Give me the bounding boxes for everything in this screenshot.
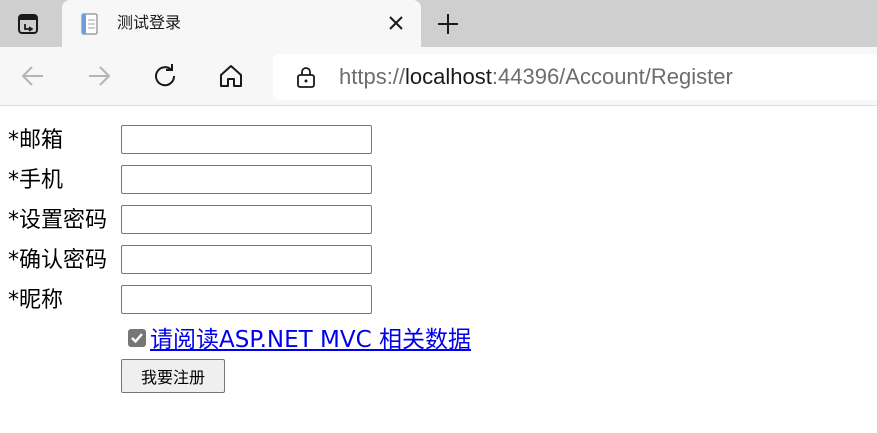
url-scheme: https:// (339, 64, 406, 89)
phone-field[interactable] (121, 165, 372, 194)
terms-link[interactable]: 请阅读ASP.NET MVC 相关数据 (150, 326, 471, 354)
tab-close-button[interactable] (385, 12, 407, 34)
checkmark-icon (131, 333, 143, 344)
forward-button[interactable] (83, 60, 115, 92)
tab-title: 测试登录 (117, 13, 182, 32)
confirm-password-field[interactable] (121, 245, 372, 274)
arrow-right-icon (89, 66, 111, 86)
confirm-password-label: *确认密码 (8, 248, 108, 273)
home-button[interactable] (215, 60, 247, 92)
url-text[interactable]: https://localhost:44396/Account/Register (339, 64, 733, 90)
arrow-left-icon (21, 66, 43, 86)
email-field[interactable] (121, 125, 372, 154)
phone-label: *手机 (8, 168, 64, 193)
password-label: *设置密码 (8, 208, 108, 233)
refresh-button[interactable] (149, 60, 181, 92)
address-bar[interactable]: https://localhost:44396/Account/Register (273, 54, 877, 100)
register-page: *邮箱 *手机 *设置密码 *确认密码 *昵称 请阅读ASP.NET MVC 相… (0, 106, 877, 433)
close-icon (389, 16, 403, 30)
home-icon (220, 65, 242, 87)
document-icon (81, 13, 98, 35)
url-host: localhost (405, 64, 492, 89)
plus-icon (438, 14, 458, 34)
back-button[interactable] (17, 60, 49, 92)
new-tab-button[interactable] (434, 10, 462, 38)
lock-icon[interactable] (295, 66, 317, 88)
refresh-icon (155, 64, 176, 87)
agree-checkbox[interactable] (128, 329, 146, 347)
browser-toolbar: https://localhost:44396/Account/Register (0, 47, 877, 106)
tab-active[interactable]: 测试登录 (62, 0, 421, 47)
url-path: :44396/Account/Register (491, 64, 733, 89)
email-label: *邮箱 (8, 128, 64, 153)
nickname-label: *昵称 (8, 288, 64, 313)
tab-actions-button[interactable] (0, 0, 56, 47)
password-field[interactable] (121, 205, 372, 234)
tab-actions-icon (18, 13, 38, 34)
tab-strip: 测试登录 (0, 0, 877, 47)
nickname-field[interactable] (121, 285, 372, 314)
register-button[interactable]: 我要注册 (121, 359, 225, 393)
